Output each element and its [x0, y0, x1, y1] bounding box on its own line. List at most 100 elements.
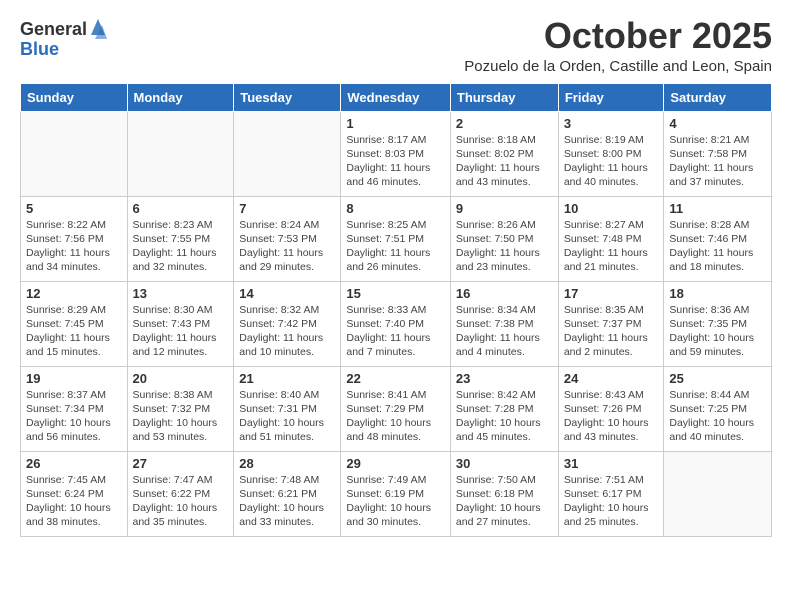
table-row: 20 Sunrise: 8:38 AMSunset: 7:32 PMDayligh… — [127, 366, 234, 451]
calendar-week-row: 19Sunrise: 8:37 AMSunset: 7:34 PMDayligh… — [21, 366, 772, 451]
day-info: Sunrise: 8:29 AMSunset: 7:45 PMDaylight:… — [26, 303, 122, 360]
day-number: 1 — [346, 116, 445, 131]
table-row: 13 Sunrise: 8:30 AMSunset: 7:43 PMDayligh… — [127, 281, 234, 366]
day-number: 7 — [239, 201, 335, 216]
col-thursday: Thursday — [450, 83, 558, 111]
day-number: 2 — [456, 116, 553, 131]
day-number: 26 — [26, 456, 122, 471]
table-row: 14 Sunrise: 8:32 AMSunset: 7:42 PMDayligh… — [234, 281, 341, 366]
day-number: 27 — [133, 456, 229, 471]
table-row: 7Sunrise: 8:24 AMSunset: 7:53 PMDaylight… — [234, 196, 341, 281]
day-info: Sunrise: 8:33 AMSunset: 7:40 PMDaylight:… — [346, 303, 445, 360]
table-row: 26 Sunrise: 7:45 AMSunset: 6:24 PMDayligh… — [21, 451, 128, 536]
day-info: Sunrise: 8:42 AMSunset: 7:28 PMDaylight:… — [456, 388, 553, 445]
col-friday: Friday — [558, 83, 664, 111]
day-number: 15 — [346, 286, 445, 301]
day-info: Sunrise: 8:22 AMSunset: 7:56 PMDaylight:… — [26, 218, 122, 275]
day-number: 18 — [669, 286, 766, 301]
calendar-header-row: Sunday Monday Tuesday Wednesday Thursday… — [21, 83, 772, 111]
day-info: Sunrise: 8:19 AMSunset: 8:00 PMDaylight:… — [564, 133, 659, 190]
day-info: Sunrise: 7:49 AMSunset: 6:19 PMDaylight:… — [346, 473, 445, 530]
day-info: Sunrise: 8:26 AMSunset: 7:50 PMDaylight:… — [456, 218, 553, 275]
calendar-week-row: 1Sunrise: 8:17 AMSunset: 8:03 PMDaylight… — [21, 111, 772, 196]
logo-general: General — [20, 20, 87, 40]
day-number: 23 — [456, 371, 553, 386]
table-row: 25 Sunrise: 8:44 AMSunset: 7:25 PMDayligh… — [664, 366, 772, 451]
calendar-table: Sunday Monday Tuesday Wednesday Thursday… — [20, 83, 772, 537]
day-number: 22 — [346, 371, 445, 386]
header: General Blue October 2025 Pozuelo de la … — [20, 16, 772, 75]
day-info: Sunrise: 8:38 AMSunset: 7:32 PMDaylight:… — [133, 388, 229, 445]
day-number: 28 — [239, 456, 335, 471]
col-saturday: Saturday — [664, 83, 772, 111]
day-number: 19 — [26, 371, 122, 386]
table-row: 11 Sunrise: 8:28 AMSunset: 7:46 PMDayligh… — [664, 196, 772, 281]
day-number: 17 — [564, 286, 659, 301]
day-info: Sunrise: 8:44 AMSunset: 7:25 PMDaylight:… — [669, 388, 766, 445]
logo-icon — [89, 17, 107, 39]
day-number: 14 — [239, 286, 335, 301]
day-info: Sunrise: 7:48 AMSunset: 6:21 PMDaylight:… — [239, 473, 335, 530]
logo: General Blue — [20, 20, 107, 60]
day-number: 20 — [133, 371, 229, 386]
table-row: 19Sunrise: 8:37 AMSunset: 7:34 PMDayligh… — [21, 366, 128, 451]
table-row: 2Sunrise: 8:18 AMSunset: 8:02 PMDaylight… — [450, 111, 558, 196]
day-number: 24 — [564, 371, 659, 386]
logo-blue: Blue — [20, 40, 107, 60]
day-info: Sunrise: 7:50 AMSunset: 6:18 PMDaylight:… — [456, 473, 553, 530]
day-info: Sunrise: 8:25 AMSunset: 7:51 PMDaylight:… — [346, 218, 445, 275]
day-number: 13 — [133, 286, 229, 301]
day-info: Sunrise: 7:47 AMSunset: 6:22 PMDaylight:… — [133, 473, 229, 530]
day-number: 11 — [669, 201, 766, 216]
table-row — [664, 451, 772, 536]
day-info: Sunrise: 8:28 AMSunset: 7:46 PMDaylight:… — [669, 218, 766, 275]
table-row: 4Sunrise: 8:21 AMSunset: 7:58 PMDaylight… — [664, 111, 772, 196]
page: General Blue October 2025 Pozuelo de la … — [0, 0, 792, 612]
day-number: 16 — [456, 286, 553, 301]
location: Pozuelo de la Orden, Castille and Leon, … — [464, 58, 772, 75]
table-row: 30 Sunrise: 7:50 AMSunset: 6:18 PMDayligh… — [450, 451, 558, 536]
day-info: Sunrise: 8:40 AMSunset: 7:31 PMDaylight:… — [239, 388, 335, 445]
day-number: 10 — [564, 201, 659, 216]
table-row: 17 Sunrise: 8:35 AMSunset: 7:37 PMDayligh… — [558, 281, 664, 366]
col-sunday: Sunday — [21, 83, 128, 111]
day-number: 6 — [133, 201, 229, 216]
day-info: Sunrise: 7:45 AMSunset: 6:24 PMDaylight:… — [26, 473, 122, 530]
day-info: Sunrise: 8:36 AMSunset: 7:35 PMDaylight:… — [669, 303, 766, 360]
day-info: Sunrise: 8:27 AMSunset: 7:48 PMDaylight:… — [564, 218, 659, 275]
day-number: 3 — [564, 116, 659, 131]
table-row: 24 Sunrise: 8:43 AMSunset: 7:26 PMDayligh… — [558, 366, 664, 451]
table-row — [21, 111, 128, 196]
day-info: Sunrise: 8:23 AMSunset: 7:55 PMDaylight:… — [133, 218, 229, 275]
calendar-week-row: 5 Sunrise: 8:22 AMSunset: 7:56 PMDaylight… — [21, 196, 772, 281]
day-number: 30 — [456, 456, 553, 471]
table-row — [127, 111, 234, 196]
table-row: 15 Sunrise: 8:33 AMSunset: 7:40 PMDayligh… — [341, 281, 451, 366]
day-number: 25 — [669, 371, 766, 386]
table-row: 12 Sunrise: 8:29 AMSunset: 7:45 PMDayligh… — [21, 281, 128, 366]
month-title: October 2025 — [464, 16, 772, 56]
day-info: Sunrise: 8:35 AMSunset: 7:37 PMDaylight:… — [564, 303, 659, 360]
table-row: 23 Sunrise: 8:42 AMSunset: 7:28 PMDayligh… — [450, 366, 558, 451]
day-info: Sunrise: 8:41 AMSunset: 7:29 PMDaylight:… — [346, 388, 445, 445]
calendar-week-row: 26 Sunrise: 7:45 AMSunset: 6:24 PMDayligh… — [21, 451, 772, 536]
table-row: 29Sunrise: 7:49 AMSunset: 6:19 PMDayligh… — [341, 451, 451, 536]
table-row: 28 Sunrise: 7:48 AMSunset: 6:21 PMDayligh… — [234, 451, 341, 536]
title-block: October 2025 Pozuelo de la Orden, Castil… — [464, 16, 772, 75]
day-info: Sunrise: 8:34 AMSunset: 7:38 PMDaylight:… — [456, 303, 553, 360]
table-row: 6 Sunrise: 8:23 AMSunset: 7:55 PMDaylight… — [127, 196, 234, 281]
table-row: 3 Sunrise: 8:19 AMSunset: 8:00 PMDaylight… — [558, 111, 664, 196]
day-number: 4 — [669, 116, 766, 131]
table-row: 10 Sunrise: 8:27 AMSunset: 7:48 PMDayligh… — [558, 196, 664, 281]
day-number: 9 — [456, 201, 553, 216]
table-row: 16 Sunrise: 8:34 AMSunset: 7:38 PMDayligh… — [450, 281, 558, 366]
day-number: 21 — [239, 371, 335, 386]
day-info: Sunrise: 8:32 AMSunset: 7:42 PMDaylight:… — [239, 303, 335, 360]
day-info: Sunrise: 8:43 AMSunset: 7:26 PMDaylight:… — [564, 388, 659, 445]
table-row: 5 Sunrise: 8:22 AMSunset: 7:56 PMDaylight… — [21, 196, 128, 281]
day-number: 31 — [564, 456, 659, 471]
table-row: 8Sunrise: 8:25 AMSunset: 7:51 PMDaylight… — [341, 196, 451, 281]
day-number: 12 — [26, 286, 122, 301]
day-number: 5 — [26, 201, 122, 216]
day-info: Sunrise: 8:30 AMSunset: 7:43 PMDaylight:… — [133, 303, 229, 360]
